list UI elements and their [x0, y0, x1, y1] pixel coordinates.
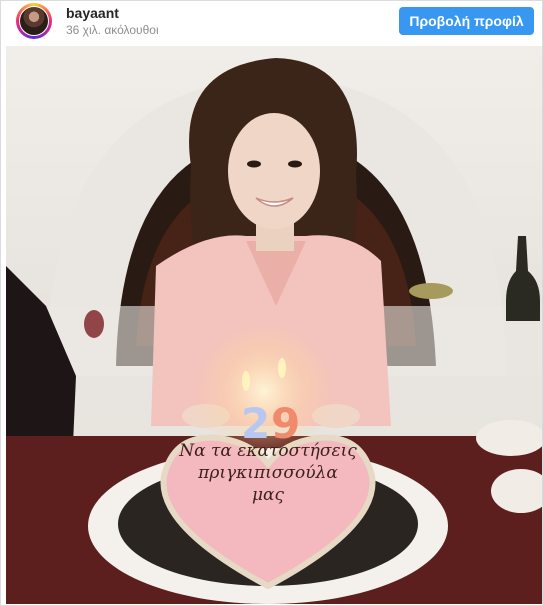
cake-text-line-2: πριγκιπισσούλα	[197, 463, 338, 483]
post-header: bayaant 36 χιλ. ακόλουθοι Προβολή προφίλ	[1, 1, 542, 45]
instagram-embed-card: bayaant 36 χιλ. ακόλουθοι Προβολή προφίλ	[0, 0, 543, 606]
post-photo[interactable]: 2 9 Να τα εκατοστήσεις πριγκιπισσούλα μα…	[6, 46, 542, 604]
view-profile-button[interactable]: Προβολή προφίλ	[399, 7, 534, 35]
cake-text-line-1: Να τα εκατοστήσεις	[178, 441, 357, 461]
profile-avatar[interactable]	[16, 3, 52, 39]
cake-text-line-3: μας	[252, 485, 285, 505]
face	[228, 113, 320, 229]
username[interactable]: bayaant	[66, 5, 119, 21]
birthday-photo: 2 9 Να τα εκατοστήσεις πριγκιπισσούλα μα…	[6, 46, 542, 604]
avatar-image	[19, 6, 49, 36]
follower-count: 36 χιλ. ακόλουθοι	[66, 23, 159, 37]
